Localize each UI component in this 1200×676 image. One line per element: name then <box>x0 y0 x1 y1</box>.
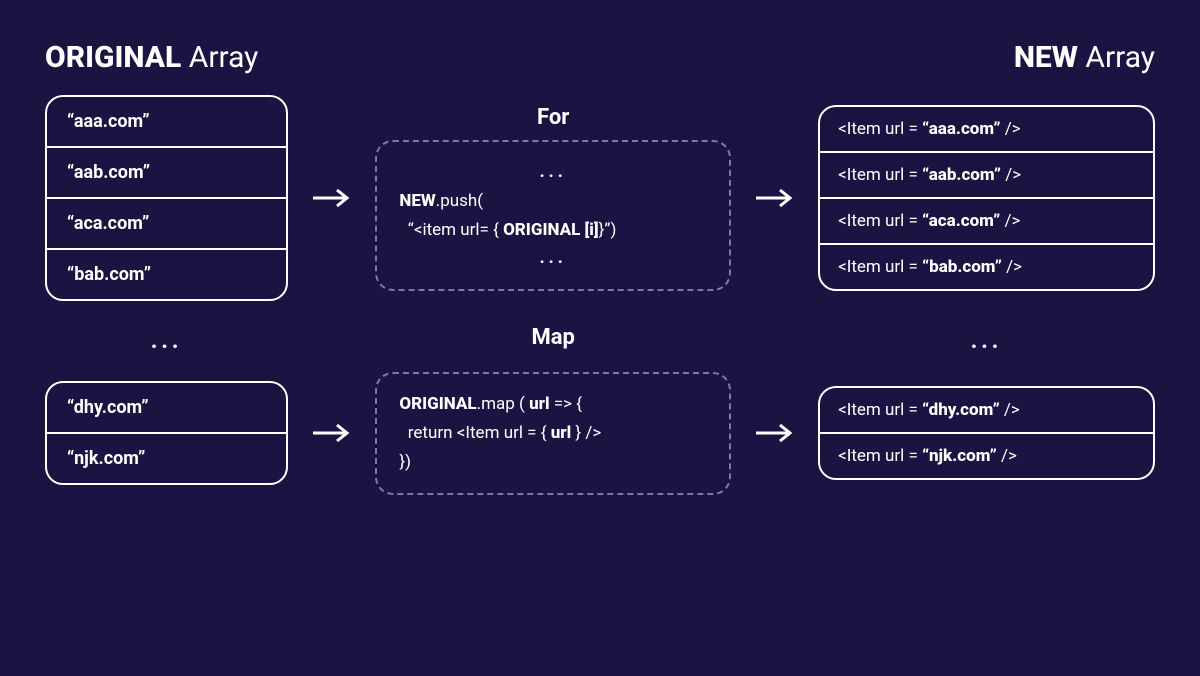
new-array-bottom: <Item url = “dhy.com” /> <Item url = “nj… <box>818 386 1155 480</box>
list-item: “aaa.com” <box>47 97 286 148</box>
original-array-top: “aaa.com” “aab.com” “aca.com” “bab.com” <box>45 95 288 301</box>
map-label: Map <box>531 325 574 350</box>
code-line: }) <box>399 448 707 477</box>
arrow-right-icon <box>310 421 353 445</box>
list-item: <Item url = “aca.com” /> <box>820 199 1153 245</box>
new-array-top: <Item url = “aaa.com” /> <Item url = “aa… <box>818 105 1155 291</box>
list-item: “njk.com” <box>47 434 286 483</box>
list-item: “dhy.com” <box>47 383 286 434</box>
ellipsis: ... <box>399 244 707 273</box>
ellipsis: ... <box>45 329 288 354</box>
ellipsis: ... <box>399 158 707 187</box>
list-item: <Item url = “njk.com” /> <box>820 434 1153 478</box>
list-item: “aab.com” <box>47 148 286 199</box>
list-item: <Item url = “aab.com” /> <box>820 153 1153 199</box>
for-label: For <box>537 105 569 130</box>
ellipsis: ... <box>818 329 1155 354</box>
arrow-right-icon <box>310 186 353 210</box>
list-item: “bab.com” <box>47 250 286 299</box>
list-item: <Item url = “aaa.com” /> <box>820 107 1153 153</box>
arrow-right-icon <box>753 186 796 210</box>
code-line: NEW.push( <box>399 187 707 216</box>
heading-original: ORIGINAL Array <box>45 40 258 75</box>
code-line: return <Item url = { url } /> <box>399 419 707 448</box>
list-item: <Item url = “bab.com” /> <box>820 245 1153 289</box>
list-item: <Item url = “dhy.com” /> <box>820 388 1153 434</box>
original-array-bottom: “dhy.com” “njk.com” <box>45 381 288 485</box>
arrow-right-icon <box>753 421 796 445</box>
for-code-box: ... NEW.push( “<item url= { ORIGINAL [i]… <box>375 140 731 292</box>
heading-new: NEW Array <box>1014 40 1155 75</box>
map-code-box: ORIGINAL.map ( url => { return <Item url… <box>375 372 731 495</box>
code-line: “<item url= { ORIGINAL [i]}”) <box>399 216 707 245</box>
list-item: “aca.com” <box>47 199 286 250</box>
code-line: ORIGINAL.map ( url => { <box>399 390 707 419</box>
